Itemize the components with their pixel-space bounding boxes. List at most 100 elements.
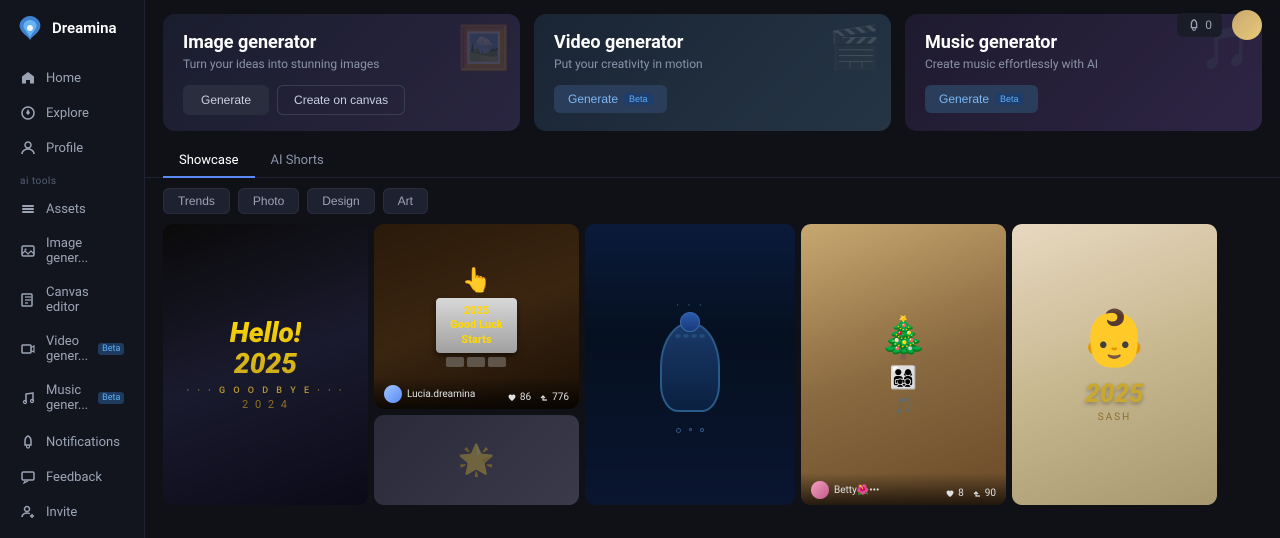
image-gen-title: Image generator [183, 32, 500, 53]
video-gen-title: Video generator [554, 32, 871, 53]
user-icon [20, 140, 36, 156]
gallery-item-shark[interactable]: · · · [585, 224, 795, 505]
image-icon [20, 243, 36, 259]
christmas-stats: 8 90 [945, 488, 996, 499]
notification-button[interactable]: 0 [1177, 13, 1222, 37]
sidebar-item-feedback[interactable]: Feedback [6, 460, 138, 494]
video-beta-badge: Beta [98, 343, 124, 355]
sidebar-item-explore[interactable]: Explore [6, 96, 138, 130]
music-generate-button[interactable]: Generate Beta [925, 85, 1038, 113]
sidebar-item-video-gen[interactable]: Video gener... Beta [6, 325, 138, 373]
notif-count: 0 [1205, 18, 1212, 32]
user-avatar[interactable] [1232, 10, 1262, 40]
bell-header-icon [1187, 18, 1201, 32]
gallery-col-2: 👆 2025Good LuckStarts [374, 224, 579, 505]
image-gen-buttons: Generate Create on canvas [183, 85, 500, 115]
tab-ai-shorts[interactable]: AI Shorts [255, 145, 340, 178]
generator-cards-section: 🖼️ Image generator Turn your ideas into … [145, 0, 1280, 145]
sidebar-item-assets-label: Assets [46, 202, 86, 217]
sidebar-item-canvas-editor[interactable]: Canvas editor [6, 276, 138, 324]
filter-photo[interactable]: Photo [238, 188, 299, 214]
user-plus-icon [20, 504, 36, 520]
gallery-col-3: · · · [585, 224, 795, 505]
main-content: 0 🖼️ Image generator Turn your ideas int… [145, 0, 1280, 538]
video-gen-buttons: Generate Beta [554, 85, 871, 113]
tab-showcase[interactable]: Showcase [163, 145, 255, 178]
sidebar-item-feedback-label: Feedback [46, 470, 102, 485]
gallery-item-hello2025[interactable]: Hello!2025 · · · G O O D B Y E · · · 2 0… [163, 224, 368, 505]
sidebar-item-profile-label: Profile [46, 141, 83, 156]
gallery-col-1: Hello!2025 · · · G O O D B Y E · · · 2 0… [163, 224, 368, 505]
sidebar-item-invite[interactable]: Invite [6, 495, 138, 529]
keyboard-overlay: Lucia.dreamina 86 776 [374, 377, 579, 409]
image-gen-subtitle: Turn your ideas into stunning images [183, 57, 500, 71]
gallery-col-5: 👶 2025 SASH [1012, 224, 1217, 505]
filter-design[interactable]: Design [307, 188, 374, 214]
gallery-item-small1[interactable]: 🌟 [374, 415, 579, 505]
repost-icon [539, 393, 549, 403]
sidebar-item-music-gen[interactable]: Music gener... Beta [6, 374, 138, 422]
heart-icon-2 [945, 489, 955, 499]
sidebar-item-explore-label: Explore [46, 106, 89, 121]
sidebar-item-home-label: Home [46, 71, 81, 86]
sidebar-item-video-gen-label: Video gener... [46, 334, 88, 364]
christmas-overlay: Betty🌺••• 8 90 [801, 473, 1006, 505]
gallery: Hello!2025 · · · G O O D B Y E · · · 2 0… [145, 224, 1280, 519]
sidebar-item-image-gen[interactable]: Image gener... [6, 227, 138, 275]
gallery-item-keyboard[interactable]: 👆 2025Good LuckStarts [374, 224, 579, 409]
keyboard-author: Lucia.dreamina [384, 385, 475, 403]
video-icon [20, 341, 36, 357]
dreamina-logo-icon [14, 12, 46, 44]
video-gen-subtitle: Put your creativity in motion [554, 57, 871, 71]
logo[interactable]: Dreamina [0, 0, 144, 56]
gallery-col-4: 🎄 👨‍👩‍👧‍👦 🎵 Betty🌺••• 8 [801, 224, 1006, 505]
sidebar-item-canvas-label: Canvas editor [46, 285, 124, 315]
sidebar: Dreamina Home Explore Profile AI tools [0, 0, 145, 538]
heart-icon [507, 393, 517, 403]
music-gen-subtitle: Create music effortlessly with AI [925, 57, 1242, 71]
ai-tools-label: AI tools [0, 166, 144, 191]
music-gen-buttons: Generate Beta [925, 85, 1242, 113]
sidebar-item-assets[interactable]: Assets [6, 192, 138, 226]
layers-icon [20, 201, 36, 217]
home-icon [20, 70, 36, 86]
create-on-canvas-button[interactable]: Create on canvas [277, 85, 405, 115]
image-generator-card: 🖼️ Image generator Turn your ideas into … [163, 14, 520, 131]
sidebar-nav-bottom: Notifications Feedback Invite [0, 424, 144, 530]
filter-art[interactable]: Art [383, 188, 428, 214]
repost-icon-2 [972, 489, 982, 499]
compass-icon [20, 105, 36, 121]
music-gen-beta-badge: Beta [995, 93, 1024, 105]
video-generate-button[interactable]: Generate Beta [554, 85, 667, 113]
christmas-likes: 8 [945, 488, 964, 499]
video-generator-card: 🎬 Video generator Put your creativity in… [534, 14, 891, 131]
sidebar-nav-top: Home Explore Profile [0, 60, 144, 166]
sidebar-item-profile[interactable]: Profile [6, 131, 138, 165]
bell-icon [20, 434, 36, 450]
sidebar-item-home[interactable]: Home [6, 61, 138, 95]
gallery-item-christmas[interactable]: 🎄 👨‍👩‍👧‍👦 🎵 Betty🌺••• 8 [801, 224, 1006, 505]
sidebar-item-image-gen-label: Image gener... [46, 236, 124, 266]
tabs-row: Showcase AI Shorts [145, 145, 1280, 178]
sidebar-item-notifications[interactable]: Notifications [6, 425, 138, 459]
keyboard-reposts: 776 [539, 392, 569, 403]
edit-icon [20, 292, 36, 308]
app-name: Dreamina [52, 19, 117, 37]
sidebar-nav-tools: Assets Image gener... Canvas editor Vide… [0, 191, 144, 423]
lucia-avatar [384, 385, 402, 403]
message-icon [20, 469, 36, 485]
keyboard-likes: 86 [507, 392, 531, 403]
video-gen-beta-badge: Beta [624, 93, 653, 105]
christmas-reposts: 90 [972, 488, 996, 499]
image-generate-button[interactable]: Generate [183, 85, 269, 115]
gallery-item-baby[interactable]: 👶 2025 SASH [1012, 224, 1217, 505]
keyboard-stats: 86 776 [507, 392, 569, 403]
sidebar-item-notifications-label: Notifications [46, 435, 120, 450]
filter-row: Trends Photo Design Art [145, 178, 1280, 224]
music-beta-badge: Beta [98, 392, 124, 404]
music-icon [20, 390, 36, 406]
sidebar-item-music-gen-label: Music gener... [46, 383, 88, 413]
filter-trends[interactable]: Trends [163, 188, 230, 214]
sidebar-item-invite-label: Invite [46, 505, 77, 520]
betty-avatar [811, 481, 829, 499]
